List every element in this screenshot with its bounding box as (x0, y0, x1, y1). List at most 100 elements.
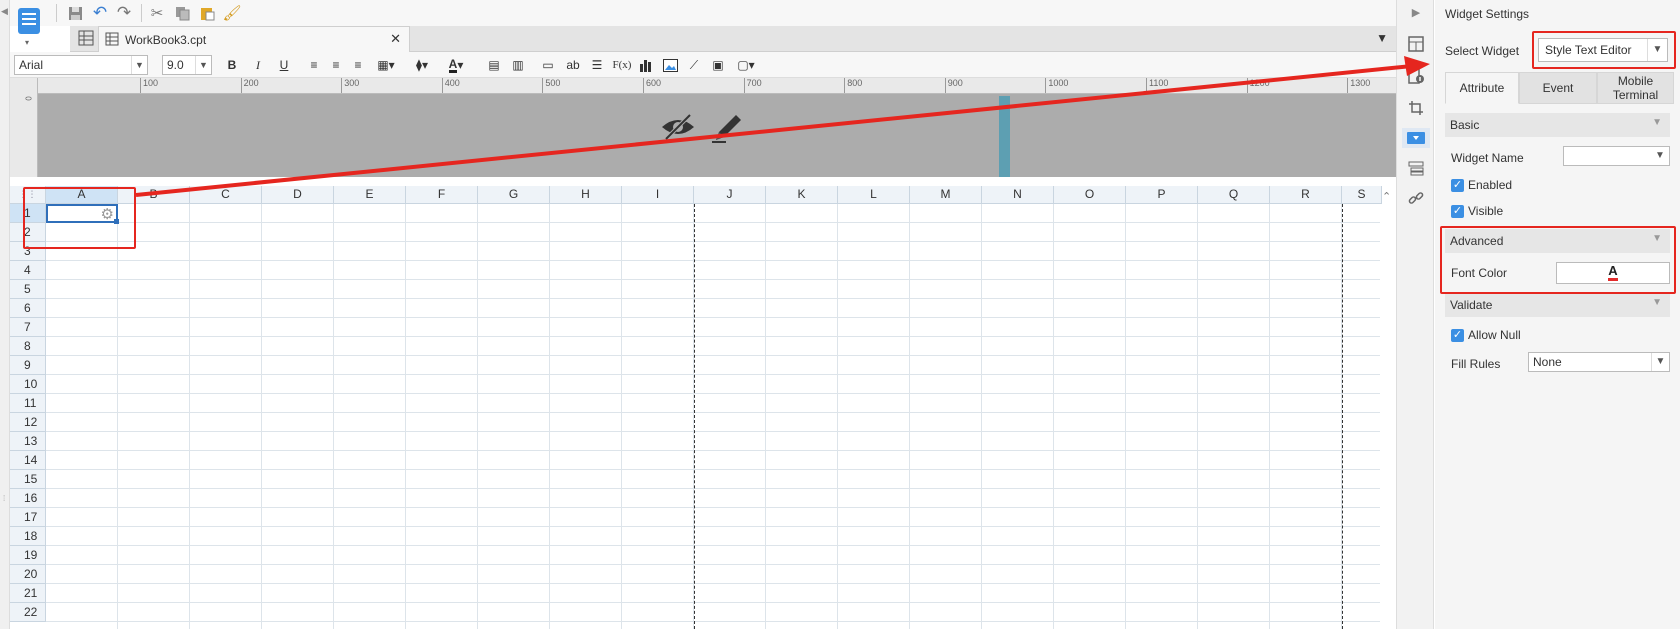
column-header-j[interactable]: J (694, 186, 766, 204)
row-header-6[interactable]: 6 (10, 299, 46, 318)
column-header-i[interactable]: I (622, 186, 694, 204)
row-header-5[interactable]: 5 (10, 280, 46, 299)
section-basic[interactable]: Basic ▼ (1445, 113, 1670, 137)
row-header-11[interactable]: 11 (10, 394, 46, 413)
allow-null-checkbox[interactable]: ✓ (1451, 329, 1464, 342)
row-header-8[interactable]: 8 (10, 337, 46, 356)
hidden-eye-icon[interactable] (660, 112, 696, 142)
column-header-a[interactable]: A (46, 186, 118, 204)
cut-icon[interactable]: ✂ (147, 3, 167, 23)
tab-menu-icon[interactable]: ▼ (1376, 31, 1388, 45)
column-header-o[interactable]: O (1054, 186, 1126, 204)
close-tab-icon[interactable]: ✕ (390, 31, 401, 47)
file-tab[interactable]: WorkBook3.cpt ✕ (98, 26, 410, 52)
row-header-22[interactable]: 22 (10, 603, 46, 622)
text-field-icon[interactable]: ▭ (540, 56, 556, 74)
slash-icon[interactable]: ⟋ (686, 56, 702, 74)
column-header-l[interactable]: L (838, 186, 910, 204)
row-header-2[interactable]: 2 (10, 223, 46, 242)
column-header-r[interactable]: R (1270, 186, 1342, 204)
row-header-13[interactable]: 13 (10, 432, 46, 451)
new-sheet-icon[interactable] (78, 30, 94, 46)
column-header-k[interactable]: K (766, 186, 838, 204)
chart-icon[interactable] (638, 56, 654, 74)
condition-attribute-icon[interactable] (1406, 158, 1426, 178)
column-header-q[interactable]: Q (1198, 186, 1270, 204)
app-logo-icon[interactable]: ▾ (14, 6, 44, 47)
cell-element-icon[interactable] (1406, 34, 1426, 54)
row-header-15[interactable]: 15 (10, 470, 46, 489)
column-header-s[interactable]: S (1342, 186, 1382, 204)
hyperlink-icon[interactable] (1406, 188, 1426, 208)
font-color-icon[interactable]: A ▾ (442, 56, 470, 74)
column-header-f[interactable]: F (406, 186, 478, 204)
column-header-p[interactable]: P (1126, 186, 1198, 204)
row-header-19[interactable]: 19 (10, 546, 46, 565)
select-widget-dropdown[interactable]: Style Text Editor ▼ (1538, 38, 1668, 62)
italic-button[interactable]: I (250, 56, 266, 74)
row-header-7[interactable]: 7 (10, 318, 46, 337)
frame-icon[interactable]: ▢▾ (732, 56, 760, 74)
align-left-icon[interactable]: ≡ (306, 56, 322, 74)
image-icon[interactable] (662, 56, 678, 74)
merge-cells-icon[interactable]: ▤ (486, 56, 502, 74)
tab-mobile-terminal[interactable]: Mobile Terminal (1597, 72, 1674, 104)
column-header-h[interactable]: H (550, 186, 622, 204)
spreadsheet-grid[interactable] (46, 204, 1380, 629)
row-header-20[interactable]: 20 (10, 565, 46, 584)
column-header-b[interactable]: B (118, 186, 190, 204)
visible-checkbox[interactable]: ✓ (1451, 205, 1464, 218)
left-collapse-strip[interactable]: ◀ ⁞ (0, 0, 10, 629)
font-color-picker[interactable]: A (1556, 262, 1670, 284)
tab-event[interactable]: Event (1519, 72, 1597, 104)
column-header-m[interactable]: M (910, 186, 982, 204)
sub-report-icon[interactable]: ▣ (710, 56, 726, 74)
redo-icon[interactable]: ↷ (114, 3, 134, 23)
scroll-up-icon[interactable]: ⌃ (1382, 190, 1391, 203)
row-header-4[interactable]: 4 (10, 261, 46, 280)
row-header-1[interactable]: 1 (10, 204, 46, 223)
bold-button[interactable]: B (224, 56, 240, 74)
column-header-g[interactable]: G (478, 186, 550, 204)
format-painter-icon[interactable]: 🖌 (222, 3, 242, 23)
text-insert-button[interactable]: ab (564, 56, 582, 74)
split-cells-icon[interactable]: ▥ (510, 56, 526, 74)
gear-icon[interactable]: ⚙ (101, 205, 114, 223)
row-header-16[interactable]: 16 (10, 489, 46, 508)
collapse-left-icon[interactable]: ◀ (1, 6, 8, 17)
undo-icon[interactable]: ↶ (90, 3, 110, 23)
section-validate[interactable]: Validate ▼ (1445, 293, 1670, 317)
formula-button[interactable]: F(x) (612, 56, 632, 74)
fill-color-icon[interactable]: ⧫▾ (408, 56, 436, 74)
cell-attribute-icon[interactable] (1406, 66, 1426, 86)
resize-grip-icon[interactable]: ⁞ (3, 494, 5, 503)
save-icon[interactable] (65, 3, 85, 23)
expand-right-icon[interactable]: ▶ (1406, 2, 1426, 22)
wrap-text-icon[interactable]: ☰ (588, 56, 606, 74)
align-center-icon[interactable]: ≡ (328, 56, 344, 74)
row-header-14[interactable]: 14 (10, 451, 46, 470)
font-family-select[interactable]: Arial ▼ (14, 55, 148, 75)
tab-attribute[interactable]: Attribute (1445, 72, 1519, 104)
border-icon[interactable]: ▦▾ (372, 56, 400, 74)
column-header-n[interactable]: N (982, 186, 1054, 204)
edit-pencil-icon[interactable] (712, 110, 744, 144)
column-header-c[interactable]: C (190, 186, 262, 204)
underline-button[interactable]: U (276, 56, 292, 74)
font-size-select[interactable]: 9.0 ▼ (162, 55, 212, 75)
widget-settings-icon[interactable] (1402, 128, 1430, 148)
row-header-18[interactable]: 18 (10, 527, 46, 546)
row-header-3[interactable]: 3 (10, 242, 46, 261)
row-header-21[interactable]: 21 (10, 584, 46, 603)
cell-a1-selected[interactable]: ⚙ (46, 204, 119, 224)
fill-handle[interactable] (114, 219, 119, 224)
enabled-checkbox[interactable]: ✓ (1451, 179, 1464, 192)
column-header-d[interactable]: D (262, 186, 334, 204)
fill-rules-select[interactable]: None ▼ (1528, 352, 1670, 372)
section-advanced[interactable]: Advanced ▼ (1445, 229, 1670, 253)
crop-icon[interactable] (1406, 98, 1426, 118)
paste-icon[interactable] (197, 3, 217, 23)
row-header-17[interactable]: 17 (10, 508, 46, 527)
row-header-10[interactable]: 10 (10, 375, 46, 394)
row-header-12[interactable]: 12 (10, 413, 46, 432)
